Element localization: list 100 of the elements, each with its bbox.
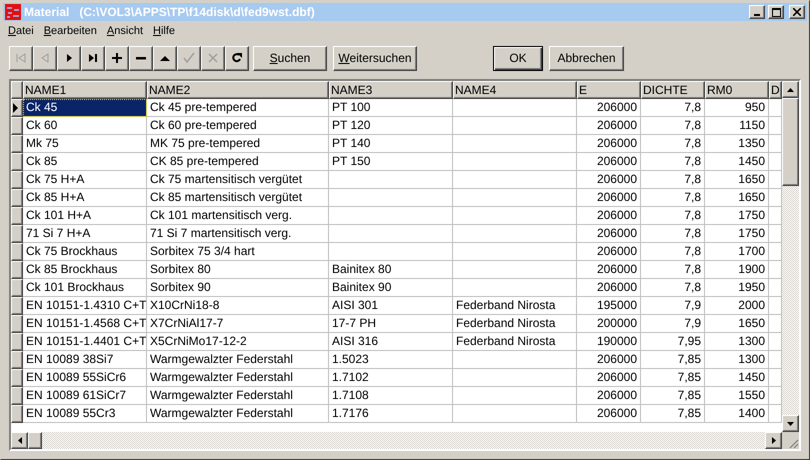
ok-button[interactable]: OK <box>493 46 543 70</box>
navigator-button[interactable] <box>81 46 105 70</box>
row-indicator[interactable] <box>11 297 23 315</box>
table-cell: 1700 <box>705 243 769 261</box>
table-cell: 206000 <box>577 99 641 117</box>
table-cell: 7,8 <box>641 207 705 225</box>
menu-item[interactable]: Ansicht <box>102 22 148 40</box>
column-header[interactable]: NAME3 <box>329 81 453 99</box>
last-record-icon <box>87 52 99 64</box>
row-indicator[interactable] <box>11 153 23 171</box>
cancel-button[interactable]: Abbrechen <box>549 46 624 70</box>
row-indicator[interactable] <box>11 333 23 351</box>
scroll-thumb[interactable] <box>782 98 799 186</box>
table-cell: Ck 75 martensitisch vergütet <box>147 171 329 189</box>
close-button[interactable] <box>789 5 805 19</box>
column-header[interactable]: NAME1 <box>23 81 147 99</box>
minimize-button[interactable] <box>749 5 765 19</box>
table-cell: 7,8 <box>641 171 705 189</box>
row-indicator[interactable] <box>11 225 23 243</box>
table-cell: 1300 <box>705 333 769 351</box>
table-cell: 190000 <box>577 333 641 351</box>
table-cell: 950 <box>705 99 769 117</box>
row-indicator[interactable] <box>11 171 23 189</box>
maximize-icon <box>772 8 780 16</box>
table-cell: 7,8 <box>641 243 705 261</box>
table-cell: 1.7102 <box>329 369 453 387</box>
table-cell: EN 10089 55SiCr6 <box>23 369 147 387</box>
scroll-thumb[interactable] <box>28 432 42 449</box>
column-header[interactable]: E <box>577 81 641 99</box>
table-cell: 1150 <box>705 117 769 135</box>
table-cell: 1.7176 <box>329 405 453 423</box>
column-header[interactable]: D <box>769 81 782 99</box>
menu-item[interactable]: Bearbeiten <box>38 22 102 40</box>
row-indicator[interactable] <box>11 135 23 153</box>
row-indicator[interactable] <box>11 117 23 135</box>
table-cell: Warmgewalzter Federstahl <box>147 369 329 387</box>
navigator-button[interactable] <box>129 46 153 70</box>
table-cell: Warmgewalzter Federstahl <box>147 387 329 405</box>
table-cell: X5CrNiMo17-12-2 <box>147 333 329 351</box>
vertical-scrollbar[interactable] <box>782 81 799 432</box>
table-cell: CK 85 pre-tempered <box>147 153 329 171</box>
table-cell: Ck 85 H+A <box>23 189 147 207</box>
navigator-button[interactable] <box>153 46 177 70</box>
table-cell: MK 75 pre-tempered <box>147 135 329 153</box>
table-cell: Sorbitex 90 <box>147 279 329 297</box>
navigator-button[interactable] <box>105 46 129 70</box>
row-indicator[interactable] <box>11 315 23 333</box>
table-cell: 206000 <box>577 189 641 207</box>
table-cell: 7,85 <box>641 405 705 423</box>
scroll-up-icon <box>787 88 794 92</box>
row-indicator[interactable] <box>11 369 23 387</box>
table-cell: X10CrNi18-8 <box>147 297 329 315</box>
row-indicator[interactable] <box>11 387 23 405</box>
row-indicator[interactable] <box>11 207 23 225</box>
table-cell: 206000 <box>577 351 641 369</box>
table-cell: 206000 <box>577 405 641 423</box>
table-cell: 1550 <box>705 387 769 405</box>
table-cell: 7,8 <box>641 117 705 135</box>
row-indicator[interactable] <box>11 405 23 423</box>
table-cell: Ck 101 martensitisch verg. <box>147 207 329 225</box>
row-indicator[interactable] <box>11 261 23 279</box>
table-cell: 71 Si 7 martensitisch verg. <box>147 225 329 243</box>
table-cell: EN 10089 61SiCr7 <box>23 387 147 405</box>
table-cell: 7,9 <box>641 315 705 333</box>
table-cell: 7,95 <box>641 333 705 351</box>
row-indicator[interactable] <box>11 243 23 261</box>
table-cell: 7,8 <box>641 153 705 171</box>
table-cell: 7,8 <box>641 99 705 117</box>
column-header[interactable]: NAME2 <box>147 81 329 99</box>
row-indicator[interactable] <box>11 189 23 207</box>
table-cell: 7,85 <box>641 387 705 405</box>
horizontal-scrollbar[interactable] <box>11 432 782 449</box>
table-cell: 1350 <box>705 135 769 153</box>
checkmark-icon <box>183 52 195 64</box>
row-indicator[interactable] <box>11 99 23 117</box>
table-cell: Bainitex 80 <box>329 261 453 279</box>
search-button[interactable]: Suchen <box>253 46 327 70</box>
column-header[interactable]: NAME4 <box>453 81 577 99</box>
table-cell: 195000 <box>577 297 641 315</box>
navigator-button[interactable] <box>225 46 249 70</box>
search-next-button[interactable]: Weitersuchen <box>333 46 417 70</box>
refresh-icon <box>231 52 243 64</box>
column-header[interactable]: DICHTE <box>641 81 705 99</box>
table-cell: 206000 <box>577 369 641 387</box>
table-cell: 206000 <box>577 153 641 171</box>
table-cell: 7,8 <box>641 189 705 207</box>
menu-item[interactable]: Datei <box>3 22 39 40</box>
prior-record-icon <box>39 52 51 64</box>
table-cell: Ck 75 H+A <box>23 171 147 189</box>
row-indicator[interactable] <box>11 279 23 297</box>
menu-item[interactable]: Hilfe <box>148 22 180 40</box>
table-cell: 1300 <box>705 351 769 369</box>
close-icon <box>793 8 801 16</box>
column-header[interactable]: RM0 <box>705 81 769 99</box>
navigator-button[interactable] <box>57 46 81 70</box>
table-cell: Ck 60 <box>23 117 147 135</box>
maximize-button[interactable] <box>768 5 784 19</box>
table-cell: Ck 101 Brockhaus <box>23 279 147 297</box>
table-cell: EN 10089 55Cr3 <box>23 405 147 423</box>
row-indicator[interactable] <box>11 351 23 369</box>
